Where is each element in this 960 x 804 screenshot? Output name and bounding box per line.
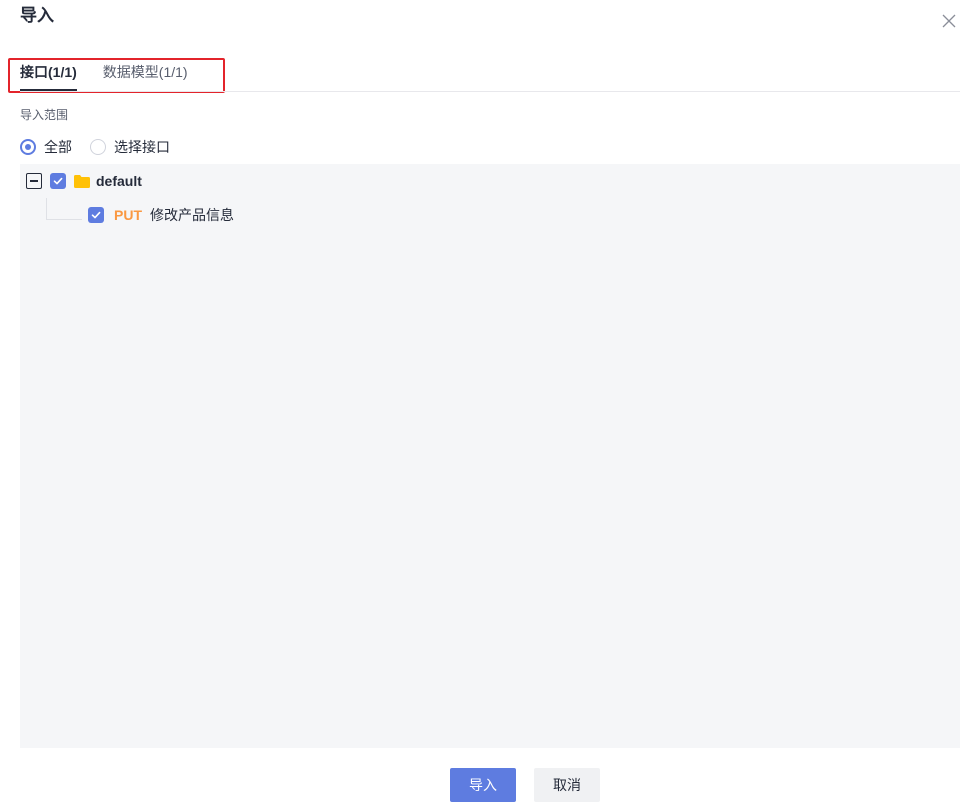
dialog-title: 导入 <box>20 6 54 25</box>
import-scope-radio-group: 全部 选择接口 <box>20 137 188 157</box>
radio-all-label: 全部 <box>44 139 72 155</box>
tree-connector-line <box>46 198 82 220</box>
check-icon <box>91 211 101 219</box>
api-name: 修改产品信息 <box>150 207 234 223</box>
node-checkbox[interactable] <box>50 173 66 189</box>
folder-icon <box>74 174 90 188</box>
tabs-divider <box>20 91 960 92</box>
import-button[interactable]: 导入 <box>450 768 516 802</box>
tab-interfaces[interactable]: 接口(1/1) <box>20 60 77 91</box>
tree-node-default: default <box>26 170 142 192</box>
cancel-button[interactable]: 取消 <box>534 768 600 802</box>
radio-unchecked-icon[interactable] <box>90 139 106 155</box>
api-checkbox[interactable] <box>88 207 104 223</box>
radio-select-interfaces[interactable]: 选择接口 <box>90 137 170 157</box>
import-scope-label: 导入范围 <box>20 108 69 122</box>
http-method-badge: PUT <box>114 207 142 223</box>
tab-data-models[interactable]: 数据模型(1/1) <box>103 60 188 84</box>
interface-tree: default PUT 修改产品信息 <box>20 164 960 748</box>
node-label: default <box>96 173 142 189</box>
tree-node-api[interactable]: PUT 修改产品信息 <box>88 204 234 226</box>
collapse-icon[interactable] <box>26 173 42 189</box>
tab-bar: 接口(1/1) 数据模型(1/1) <box>20 60 214 91</box>
close-icon[interactable] <box>940 12 958 30</box>
radio-select-interfaces-label: 选择接口 <box>114 139 170 155</box>
dialog-footer: 导入 取消 <box>0 768 960 802</box>
check-icon <box>53 177 63 185</box>
radio-checked-icon[interactable] <box>20 139 36 155</box>
radio-all[interactable]: 全部 <box>20 137 72 157</box>
